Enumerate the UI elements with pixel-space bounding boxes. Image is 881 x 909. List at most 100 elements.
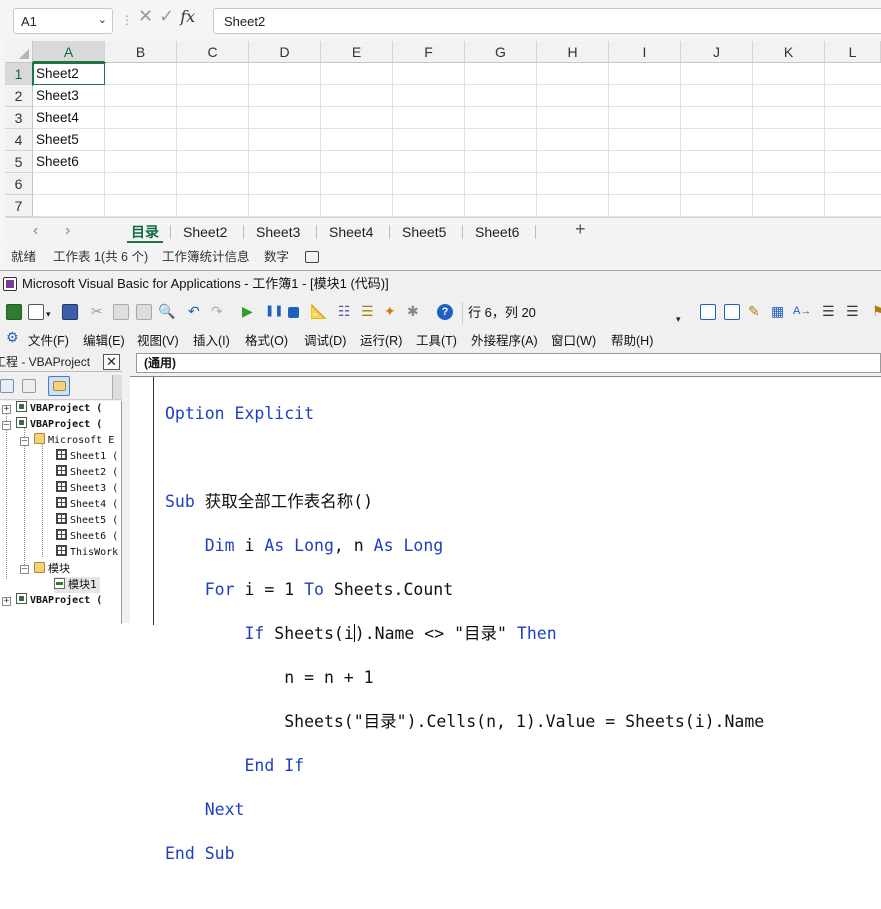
column-header-h[interactable]: H (537, 41, 609, 63)
properties-icon[interactable]: ☰ (361, 302, 374, 320)
tab-sheet-catalog[interactable]: 目录 (127, 221, 163, 243)
list-properties-icon[interactable]: ▦ (771, 302, 784, 320)
menu-addins[interactable]: 外接程序(A) (471, 330, 538, 349)
name-box[interactable]: A1 ⌄ (13, 8, 113, 34)
project-explorer-icon[interactable]: ☷ (338, 302, 351, 320)
column-header-k[interactable]: K (753, 41, 825, 63)
status-workbook-stats[interactable]: 工作簿统计信息 (162, 246, 250, 268)
comment-block-icon[interactable]: ☰ (822, 302, 835, 320)
menu-run[interactable]: 运行(R) (360, 330, 402, 349)
column-header-j[interactable]: J (681, 41, 753, 63)
chevron-down-icon[interactable]: ⌄ (98, 13, 107, 26)
column-header-b[interactable]: B (105, 41, 177, 63)
tree-modules-folder[interactable]: 模块 (34, 561, 70, 577)
empty-cells[interactable] (105, 63, 881, 217)
row-header-4[interactable]: 4 (5, 129, 33, 151)
formula-input[interactable]: Sheet2 (213, 8, 881, 34)
tree-sheet6[interactable]: Sheet6 ( (56, 529, 118, 545)
expand-icon[interactable]: + (2, 405, 11, 414)
column-header-f[interactable]: F (393, 41, 465, 63)
row-header-5[interactable]: 5 (5, 151, 33, 173)
tree-ms-excel-objects[interactable]: Microsoft E (34, 433, 114, 449)
column-header-l[interactable]: L (825, 41, 881, 63)
undo-icon[interactable]: ↶ (188, 302, 200, 320)
column-header-d[interactable]: D (249, 41, 321, 63)
cell-a7[interactable] (33, 195, 105, 217)
menu-format[interactable]: 格式(O) (245, 330, 288, 349)
close-icon[interactable]: ✕ (103, 354, 120, 370)
menu-help[interactable]: 帮助(H) (611, 330, 653, 349)
redo-icon[interactable]: ↷ (211, 302, 223, 320)
column-header-g[interactable]: G (465, 41, 537, 63)
row-header-6[interactable]: 6 (5, 173, 33, 195)
toolbox-icon[interactable]: ✱ (407, 302, 419, 320)
cell-a4[interactable]: Sheet5 (33, 129, 105, 151)
object-combo[interactable]: (通用) (136, 353, 881, 373)
find-icon[interactable]: 🔍 (158, 302, 175, 320)
insert-module-icon[interactable] (28, 304, 44, 320)
cell-a5[interactable]: Sheet6 (33, 151, 105, 173)
tree-sheet1[interactable]: Sheet1 ( (56, 449, 118, 465)
view-excel-icon[interactable] (6, 304, 22, 320)
tab-sheet5[interactable]: Sheet5 (398, 221, 450, 243)
insert-function-icon[interactable]: fx (180, 7, 195, 26)
toggle-breakpoint-icon[interactable]: ✎ (748, 302, 760, 320)
cut-icon[interactable]: ✂ (91, 302, 103, 320)
tab-sheet4[interactable]: Sheet4 (325, 221, 377, 243)
tree-thisworkbook[interactable]: ThisWork (56, 545, 118, 561)
code-text[interactable]: Option Explicit Sub 获取全部工作表名称() Dim i As… (165, 381, 764, 909)
bookmark-icon[interactable]: ⚑ (872, 302, 881, 320)
add-sheet-button[interactable]: + (575, 219, 586, 240)
menu-view[interactable]: 视图(V) (137, 330, 179, 349)
tree-vbaproject-3[interactable]: VBAProject ( (16, 593, 102, 609)
tab-sheet2[interactable]: Sheet2 (179, 221, 231, 243)
run-icon[interactable]: ▶ (242, 302, 253, 320)
menu-window[interactable]: 窗口(W) (551, 330, 596, 349)
column-header-e[interactable]: E (321, 41, 393, 63)
cell-a1[interactable]: Sheet2 (32, 62, 106, 86)
row-header-3[interactable]: 3 (5, 107, 33, 129)
break-icon[interactable]: ❚❚ (265, 302, 283, 320)
cancel-icon[interactable]: ✕ (138, 6, 159, 26)
macro-record-icon[interactable] (305, 251, 319, 263)
reset-icon[interactable] (288, 307, 299, 318)
tree-vbaproject-2[interactable]: VBAProject ( (16, 417, 102, 433)
outdent-icon[interactable] (724, 304, 740, 320)
indent-icon[interactable] (700, 304, 716, 320)
paste-icon[interactable] (136, 304, 152, 320)
menu-edit[interactable]: 编辑(E) (83, 330, 125, 349)
tree-module1[interactable]: 模块1 (54, 577, 100, 593)
design-mode-icon[interactable]: 📐 (310, 302, 327, 320)
column-header-c[interactable]: C (177, 41, 249, 63)
cell-a2[interactable]: Sheet3 (33, 85, 105, 107)
toolbar-scrollbar[interactable] (112, 375, 122, 399)
menu-file[interactable]: 文件(F) (28, 330, 69, 349)
tab-scroll-left-icon[interactable]: ‹ (33, 222, 38, 240)
code-margin[interactable] (130, 377, 154, 625)
row-header-7[interactable]: 7 (5, 195, 33, 217)
menu-debug[interactable]: 调试(D) (304, 330, 346, 349)
row-header-2[interactable]: 2 (5, 85, 33, 107)
tree-sheet5[interactable]: Sheet5 ( (56, 513, 118, 529)
column-header-i[interactable]: I (609, 41, 681, 63)
quick-info-icon[interactable]: A→ (793, 302, 811, 320)
chevron-down-icon[interactable]: ▾ (46, 305, 51, 323)
tree-sheet4[interactable]: Sheet4 ( (56, 497, 118, 513)
collapse-icon[interactable]: – (2, 421, 11, 430)
object-browser-icon[interactable]: ✦ (384, 302, 396, 320)
help-icon[interactable]: ? (437, 304, 453, 320)
tree-vbaproject-1[interactable]: VBAProject ( (16, 401, 102, 417)
tree-sheet3[interactable]: Sheet3 ( (56, 481, 118, 497)
uncomment-block-icon[interactable]: ☰ (846, 302, 859, 320)
select-all-corner[interactable] (5, 41, 33, 63)
menu-insert[interactable]: 插入(I) (193, 330, 230, 349)
collapse-icon[interactable]: – (20, 565, 29, 574)
confirm-icon[interactable]: ✓ (159, 6, 180, 26)
expand-icon[interactable]: + (2, 597, 11, 606)
view-object-icon[interactable] (22, 379, 36, 393)
tab-scroll-right-icon[interactable]: › (65, 222, 70, 240)
cell-a3[interactable]: Sheet4 (33, 107, 105, 129)
vbe-menu-icon[interactable]: ⚙ (6, 328, 19, 346)
tree-sheet2[interactable]: Sheet2 ( (56, 465, 118, 481)
column-header-a[interactable]: A (33, 41, 105, 63)
